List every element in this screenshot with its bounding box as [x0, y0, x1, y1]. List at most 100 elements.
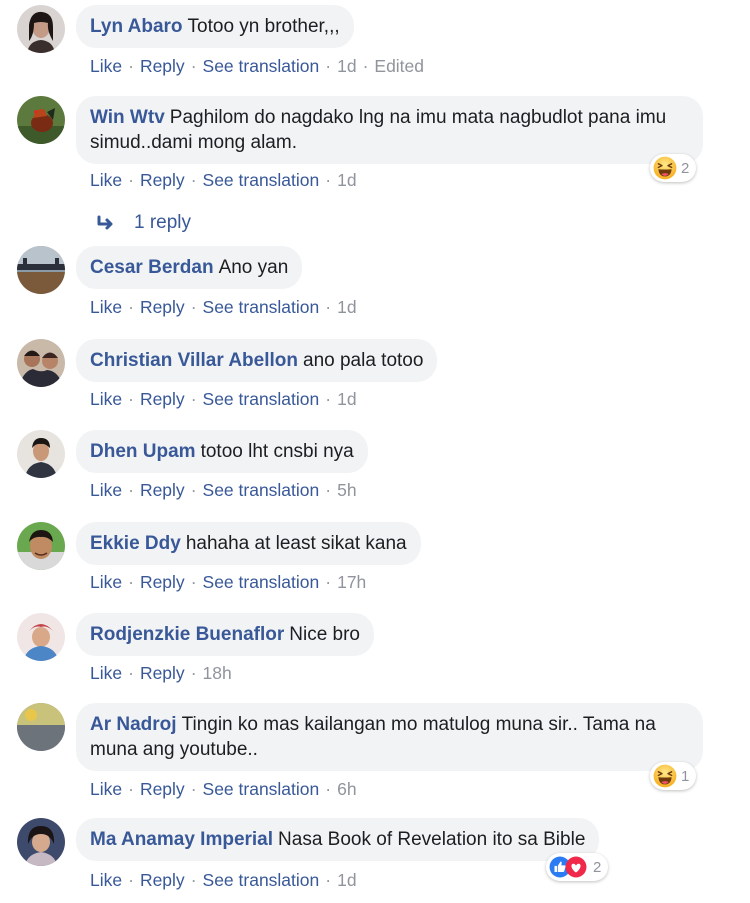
comment-text: totoo lht cnsbi nya — [200, 441, 354, 462]
avatar[interactable] — [17, 818, 65, 866]
comment-author[interactable]: Ma Anamay Imperial — [90, 829, 273, 850]
reply-link[interactable]: Reply — [140, 170, 185, 190]
separator: · — [128, 779, 134, 799]
comment-author[interactable]: Rodjenzkie Buenaflor — [90, 624, 284, 645]
like-link[interactable]: Like — [90, 480, 122, 500]
reply-link[interactable]: Reply — [140, 779, 185, 799]
comment-timestamp[interactable]: 1d — [337, 389, 356, 409]
see-translation-link[interactable]: See translation — [203, 870, 320, 890]
comment-author[interactable]: Lyn Abaro — [90, 16, 183, 37]
edited-label[interactable]: Edited — [374, 56, 424, 76]
like-link[interactable]: Like — [90, 389, 122, 409]
comment-author[interactable]: Cesar Berdan — [90, 257, 214, 278]
comment-timestamp[interactable]: 1d — [337, 56, 356, 76]
comment-author[interactable]: Ar Nadroj — [90, 714, 177, 735]
separator: · — [362, 56, 369, 76]
reply-link[interactable]: Reply — [140, 870, 185, 890]
reply-link[interactable]: Reply — [140, 480, 185, 500]
comment-bubble: Ma Anamay Imperial Nasa Book of Revelatio… — [76, 818, 600, 861]
avatar[interactable] — [17, 5, 65, 53]
comment-author[interactable]: Ekkie Ddy — [90, 533, 181, 554]
see-translation-link[interactable]: See translation — [203, 170, 320, 190]
like-link[interactable]: Like — [90, 170, 122, 190]
comment-timestamp[interactable]: 1d — [337, 170, 356, 190]
comment-actions: Like · Reply · See translation · 17h — [90, 572, 366, 593]
comment-actions: Like · Reply · See translation · 5h — [90, 480, 357, 501]
comment-bubble: Dhen Upam totoo lht cnsbi nya — [76, 430, 368, 473]
avatar[interactable] — [17, 339, 65, 387]
separator: · — [128, 170, 134, 190]
like-link[interactable]: Like — [90, 297, 122, 317]
see-translation-link[interactable]: See translation — [203, 480, 320, 500]
comment-text: Paghilom do nagdako lng na imu mata nagb… — [90, 107, 667, 153]
comment-actions: Like · Reply · See translation · 1d — [90, 170, 357, 191]
comment-timestamp[interactable]: 1d — [337, 297, 356, 317]
comment-timestamp[interactable]: 18h — [203, 663, 232, 683]
replies-count-label[interactable]: 1 reply — [134, 212, 191, 234]
comment-bubble: Win Wtv Paghilom do nagdako lng na imu ma… — [76, 96, 703, 164]
comment-bubble: Lyn Abaro Totoo yn brother,,, — [76, 5, 354, 48]
comment-author[interactable]: Win Wtv — [90, 107, 165, 128]
comment-actions: Like · Reply · See translation · 1d · Edited — [90, 56, 424, 77]
separator: · — [325, 779, 332, 799]
comment-author[interactable]: Christian Villar Abellon — [90, 350, 298, 371]
comment-text: Ano yan — [218, 257, 289, 278]
comment-actions: Like · Reply · See translation · 1d — [90, 297, 357, 318]
avatar[interactable] — [17, 96, 65, 144]
separator: · — [190, 297, 197, 317]
separator: · — [190, 870, 197, 890]
comment-text: ano pala totoo — [303, 350, 424, 371]
comment-text: Totoo yn brother,,, — [187, 16, 340, 37]
reply-link[interactable]: Reply — [140, 572, 185, 592]
like-link[interactable]: Like — [90, 56, 122, 76]
see-translation-link[interactable]: See translation — [203, 572, 320, 592]
comment-timestamp[interactable]: 5h — [337, 480, 356, 500]
avatar[interactable] — [17, 522, 65, 570]
separator: · — [190, 779, 197, 799]
separator: · — [128, 870, 134, 890]
see-translation-link[interactable]: See translation — [203, 56, 320, 76]
reply-link[interactable]: Reply — [140, 297, 185, 317]
haha-icon — [653, 156, 677, 180]
see-translation-link[interactable]: See translation — [203, 779, 320, 799]
see-translation-link[interactable]: See translation — [203, 389, 320, 409]
separator: · — [128, 56, 134, 76]
comment-text: Nice bro — [289, 624, 360, 645]
reaction-summary[interactable]: 2 — [650, 154, 697, 182]
comment-timestamp[interactable]: 17h — [337, 572, 366, 592]
avatar[interactable] — [17, 613, 65, 661]
love-icon — [565, 856, 587, 878]
comment-bubble: Ar Nadroj Tingin ko mas kailangan mo matu… — [76, 703, 703, 771]
reaction-count: 2 — [593, 858, 602, 876]
reply-link[interactable]: Reply — [140, 389, 185, 409]
separator: · — [190, 170, 197, 190]
avatar[interactable] — [17, 430, 65, 478]
separator: · — [190, 663, 197, 683]
comment-bubble: Ekkie Ddy hahaha at least sikat kana — [76, 522, 421, 565]
separator: · — [325, 297, 332, 317]
comment-timestamp[interactable]: 6h — [337, 779, 356, 799]
like-link[interactable]: Like — [90, 870, 122, 890]
comment-timestamp[interactable]: 1d — [337, 870, 356, 890]
comment-actions: Like · Reply · 18h — [90, 663, 232, 684]
avatar[interactable] — [17, 246, 65, 294]
like-link[interactable]: Like — [90, 779, 122, 799]
comment-author[interactable]: Dhen Upam — [90, 441, 196, 462]
avatar[interactable] — [17, 703, 65, 751]
like-link[interactable]: Like — [90, 663, 122, 683]
reaction-summary[interactable]: 2 — [546, 853, 609, 881]
separator: · — [128, 480, 134, 500]
reply-link[interactable]: Reply — [140, 663, 185, 683]
reaction-summary[interactable]: 1 — [650, 762, 697, 790]
view-replies-link[interactable]: 1 reply — [96, 212, 191, 234]
comment-actions: Like · Reply · See translation · 1d — [90, 870, 357, 891]
separator: · — [190, 389, 197, 409]
see-translation-link[interactable]: See translation — [203, 297, 320, 317]
reply-link[interactable]: Reply — [140, 56, 185, 76]
separator: · — [325, 870, 332, 890]
separator: · — [128, 572, 134, 592]
separator: · — [190, 56, 197, 76]
like-link[interactable]: Like — [90, 572, 122, 592]
comment-actions: Like · Reply · See translation · 6h — [90, 779, 357, 800]
comment-bubble: Christian Villar Abellon ano pala totoo — [76, 339, 438, 382]
